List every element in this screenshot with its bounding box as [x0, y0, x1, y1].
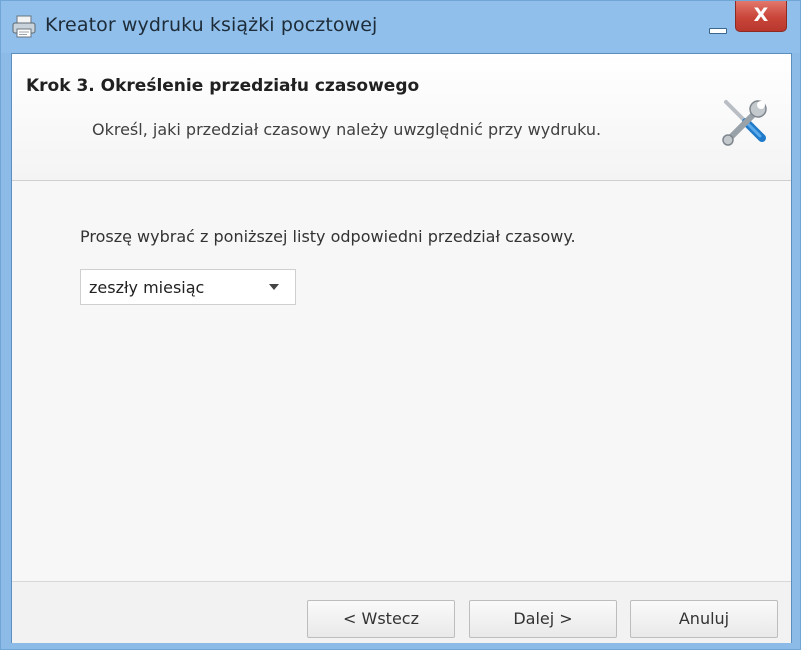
close-button[interactable]: X: [735, 1, 787, 32]
back-button[interactable]: < Wstecz: [307, 600, 455, 638]
window-title: Kreator wydruku książki pocztowej: [45, 14, 378, 36]
title-bar[interactable]: Kreator wydruku książki pocztowej X: [1, 1, 800, 53]
wizard-header: Krok 3. Określenie przedziału czasowego …: [12, 54, 791, 181]
range-prompt: Proszę wybrać z poniższej listy odpowied…: [80, 227, 576, 246]
wizard-content: Proszę wybrać z poniższej listy odpowied…: [12, 181, 791, 581]
wizard-window: Kreator wydruku książki pocztowej X Krok…: [0, 0, 801, 650]
minimize-button[interactable]: [703, 15, 731, 37]
time-range-select[interactable]: zeszły miesiąc: [80, 269, 296, 305]
chevron-down-icon: [269, 284, 279, 290]
wizard-footer: < Wstecz Dalej > Anuluj: [12, 581, 791, 643]
next-button[interactable]: Dalej >: [469, 600, 617, 638]
time-range-selected-value: zeszły miesiąc: [89, 278, 205, 297]
cancel-button[interactable]: Anuluj: [630, 600, 778, 638]
step-subtitle: Określ, jaki przedział czasowy należy uw…: [92, 120, 602, 139]
printer-icon: [11, 15, 37, 39]
wizard-client-area: Krok 3. Określenie przedziału czasowego …: [11, 53, 792, 643]
step-title: Krok 3. Określenie przedziału czasowego: [26, 76, 420, 96]
tools-icon: [716, 94, 772, 150]
